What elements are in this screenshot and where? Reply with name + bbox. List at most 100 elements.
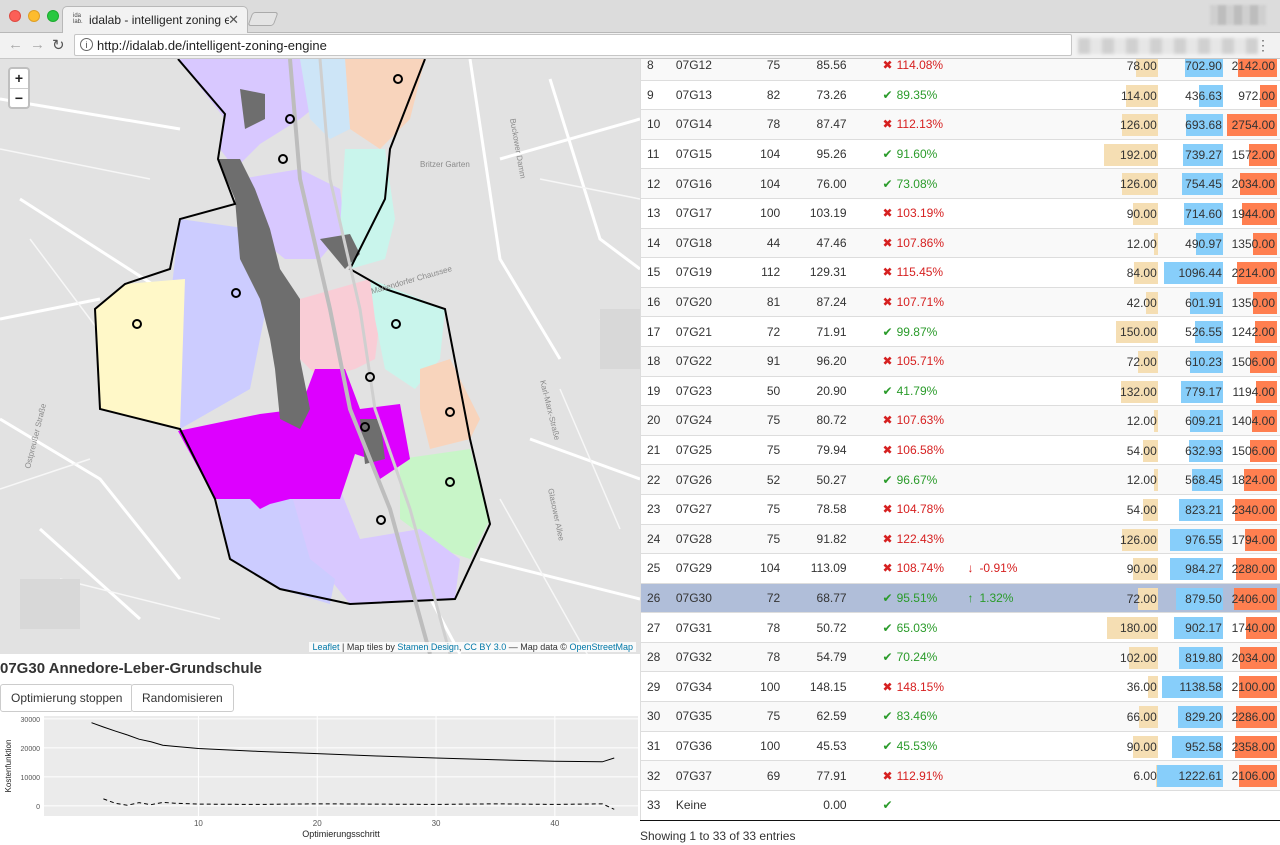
reload-icon[interactable]: ↻ bbox=[52, 36, 65, 54]
new-tab-button[interactable] bbox=[247, 12, 279, 26]
zoom-in-button[interactable]: + bbox=[10, 69, 28, 88]
capacity-value: 100 bbox=[734, 197, 787, 229]
table-row[interactable]: 12 07G16 104 76.00 ✔ 73.08% 126.00 754.45 2034.0… bbox=[641, 168, 1280, 199]
table-row[interactable]: 9 07G13 82 73.26 ✔ 89.35% 114.00 436.63 972.00 bbox=[641, 79, 1280, 110]
capacity-value: 52 bbox=[734, 464, 787, 495]
utilization-cell: ✔ 95.51% bbox=[852, 582, 954, 613]
bar-value-label: 2340.00 bbox=[1231, 502, 1275, 517]
cross-icon: ✖ bbox=[882, 413, 893, 428]
map[interactable]: Britzer Garten Mariendorfer Chaussee Kar… bbox=[0, 59, 640, 654]
change-cell: ↑ 1.32% bbox=[953, 582, 1047, 613]
table-row[interactable]: 29 07G34 100 148.15 ✖ 148.15% 36.00 1138.58 2100… bbox=[641, 671, 1280, 702]
menu-icon[interactable]: ⋮ bbox=[1256, 37, 1270, 54]
street-label: Mariendorfer Chaussee bbox=[370, 264, 453, 296]
stop-optimization-button[interactable]: Optimierung stoppen bbox=[0, 684, 134, 712]
info-icon[interactable]: i bbox=[80, 38, 93, 51]
table-row[interactable]: 21 07G25 75 79.94 ✖ 106.58% 54.00 632.93 1506.00 bbox=[641, 434, 1280, 465]
bar-value-label: 84.00 bbox=[1126, 266, 1157, 281]
profile-area[interactable] bbox=[1210, 5, 1266, 25]
capacity-value: 91 bbox=[734, 345, 787, 377]
bar-cell-c: 2754.00 bbox=[1224, 109, 1280, 140]
zoom-out-button[interactable]: − bbox=[10, 88, 28, 107]
address-bar[interactable]: i http://idalab.de/intelligent-zoning-en… bbox=[74, 34, 1072, 56]
bar-cell-a: 78.00 bbox=[1046, 59, 1160, 81]
school-code: 07G23 bbox=[669, 375, 735, 406]
maximize-window-button[interactable] bbox=[47, 10, 59, 22]
utilization-cell: ✖ 107.71% bbox=[852, 286, 954, 317]
cost-chart: 10 20 30 40 0 10000 20000 30000 Optimierungsschr… bbox=[4, 716, 638, 839]
bar-cell-c: 2142.00 bbox=[1224, 59, 1280, 81]
leaflet-link[interactable]: Leaflet bbox=[312, 642, 339, 652]
forward-arrow-icon[interactable]: → bbox=[30, 36, 45, 53]
street-label: Karl-Marx-Straße bbox=[538, 379, 562, 441]
table-row[interactable]: 31 07G36 100 45.53 ✔ 45.53% 90.00 952.58 2358.00 bbox=[641, 730, 1280, 761]
osm-link[interactable]: OpenStreetMap bbox=[569, 642, 633, 652]
school-code: 07G18 bbox=[669, 227, 735, 258]
bar-cell-a: 72.00 bbox=[1046, 582, 1160, 613]
change-cell bbox=[953, 405, 1047, 436]
randomize-button[interactable]: Randomisieren bbox=[131, 684, 234, 712]
close-window-button[interactable] bbox=[9, 10, 21, 22]
table-row[interactable]: 28 07G32 78 54.79 ✔ 70.24% 102.00 819.80 2034.00 bbox=[641, 641, 1280, 672]
bar-value-label: 610.23 bbox=[1185, 354, 1222, 369]
bar-cell-a: 12.00 bbox=[1046, 405, 1160, 436]
change-cell: ↓ -0.91% bbox=[953, 553, 1047, 584]
utilization-cell: ✔ bbox=[852, 789, 954, 820]
bar-value-label: 192.00 bbox=[1120, 147, 1157, 162]
school-code: 07G25 bbox=[669, 434, 735, 465]
browser-tab[interactable]: ida lab. idalab - intelligent zoning eng… bbox=[62, 6, 248, 33]
utilization-cell: ✔ 73.08% bbox=[852, 168, 954, 199]
capacity-value: 75 bbox=[734, 434, 787, 465]
bar-value-label: 1944.00 bbox=[1231, 206, 1275, 221]
extension-icons[interactable] bbox=[1078, 38, 1258, 54]
bar-cell-a: 66.00 bbox=[1046, 701, 1160, 732]
bar-cell-a: 102.00 bbox=[1046, 641, 1160, 672]
table-row[interactable]: 10 07G14 78 87.47 ✖ 112.13% 126.00 693.68 2754.0… bbox=[641, 109, 1280, 140]
back-arrow-icon[interactable]: ← bbox=[8, 36, 23, 53]
table-row[interactable]: 33 Keine 0.00 ✔ bbox=[641, 789, 1280, 820]
utilization-cell: ✔ 65.03% bbox=[852, 612, 954, 643]
change-value: -0.91% bbox=[979, 561, 1018, 576]
change-cell bbox=[953, 434, 1047, 465]
stamen-link[interactable]: Stamen Design bbox=[397, 642, 459, 652]
bar-cell-a: 72.00 bbox=[1046, 345, 1160, 377]
school-code: 07G13 bbox=[669, 79, 735, 110]
bar-cell-c: 2406.00 bbox=[1224, 582, 1280, 613]
table-row[interactable]: 26 07G30 72 68.77 ✔ 95.51% ↑ 1.32% 72.00 879.50 24… bbox=[641, 582, 1280, 613]
minimize-window-button[interactable] bbox=[28, 10, 40, 22]
table-row[interactable]: 27 07G31 78 50.72 ✔ 65.03% 180.00 902.17 1740.00 bbox=[641, 612, 1280, 643]
table-row[interactable]: 17 07G21 72 71.91 ✔ 99.87% 150.00 526.55 1242.00 bbox=[641, 316, 1280, 347]
table-row[interactable]: 24 07G28 75 91.82 ✖ 122.43% 126.00 976.55 1794.0… bbox=[641, 523, 1280, 554]
school-code: 07G19 bbox=[669, 257, 735, 288]
table-row[interactable]: 19 07G23 50 20.90 ✔ 41.79% 132.00 779.17 1194.00 bbox=[641, 375, 1280, 406]
cross-icon: ✖ bbox=[882, 443, 893, 458]
cc-link[interactable]: CC BY 3.0 bbox=[464, 642, 506, 652]
bar-value-label: 42.00 bbox=[1126, 295, 1157, 310]
table-row[interactable]: 22 07G26 52 50.27 ✔ 96.67% 12.00 568.45 1824.00 bbox=[641, 464, 1280, 495]
bar-cell-b: 632.93 bbox=[1159, 434, 1225, 465]
table-row[interactable]: 20 07G24 75 80.72 ✖ 107.63% 12.00 609.21 1404.00 bbox=[641, 405, 1280, 436]
table-row[interactable]: 8 07G12 75 85.56 ✖ 114.08% 78.00 702.90 2142.00 bbox=[641, 59, 1280, 81]
table-row[interactable]: 25 07G29 104 113.09 ✖ 108.74% ↓ -0.91% 90.00 984.… bbox=[641, 553, 1280, 584]
table-row[interactable]: 13 07G17 100 103.19 ✖ 103.19% 90.00 714.60 1944.… bbox=[641, 197, 1280, 229]
school-code: 07G37 bbox=[669, 760, 735, 791]
table-row[interactable]: 32 07G37 69 77.91 ✖ 112.91% 6.00 1222.61 2106.00 bbox=[641, 760, 1280, 791]
table-row[interactable]: 18 07G22 91 96.20 ✖ 105.71% 72.00 610.23 1506.00 bbox=[641, 345, 1280, 377]
table-row[interactable]: 11 07G15 104 95.26 ✔ 91.60% 192.00 739.27 1572.0… bbox=[641, 138, 1280, 169]
bar-value-label: 609.21 bbox=[1185, 414, 1222, 429]
url-text: http://idalab.de/intelligent-zoning-engi… bbox=[97, 38, 327, 53]
capacity-value: 75 bbox=[734, 405, 787, 436]
table-row[interactable]: 23 07G27 75 78.58 ✖ 104.78% 54.00 823.21 2340.00 bbox=[641, 493, 1280, 524]
close-tab-icon[interactable]: ✕ bbox=[228, 12, 239, 28]
table-row[interactable]: 15 07G19 112 129.31 ✖ 115.45% 84.00 1096.44 2214… bbox=[641, 257, 1280, 288]
change-cell bbox=[953, 523, 1047, 554]
bar-cell-b: 693.68 bbox=[1159, 109, 1225, 140]
table-row[interactable]: 14 07G18 44 47.46 ✖ 107.86% 12.00 490.97 1350.00 bbox=[641, 227, 1280, 258]
bar-cell-b: 568.45 bbox=[1159, 464, 1225, 495]
table-row[interactable]: 16 07G20 81 87.24 ✖ 107.71% 42.00 601.91 1350.00 bbox=[641, 286, 1280, 317]
bar-cell-c: 1404.00 bbox=[1224, 405, 1280, 436]
table-row[interactable]: 30 07G35 75 62.59 ✔ 83.46% 66.00 829.20 2286.00 bbox=[641, 701, 1280, 732]
bar-value-label: 6.00 bbox=[1133, 769, 1157, 784]
map-canvas[interactable]: Britzer Garten Mariendorfer Chaussee Kar… bbox=[0, 59, 640, 654]
y-tick-label: 0 bbox=[36, 804, 40, 811]
